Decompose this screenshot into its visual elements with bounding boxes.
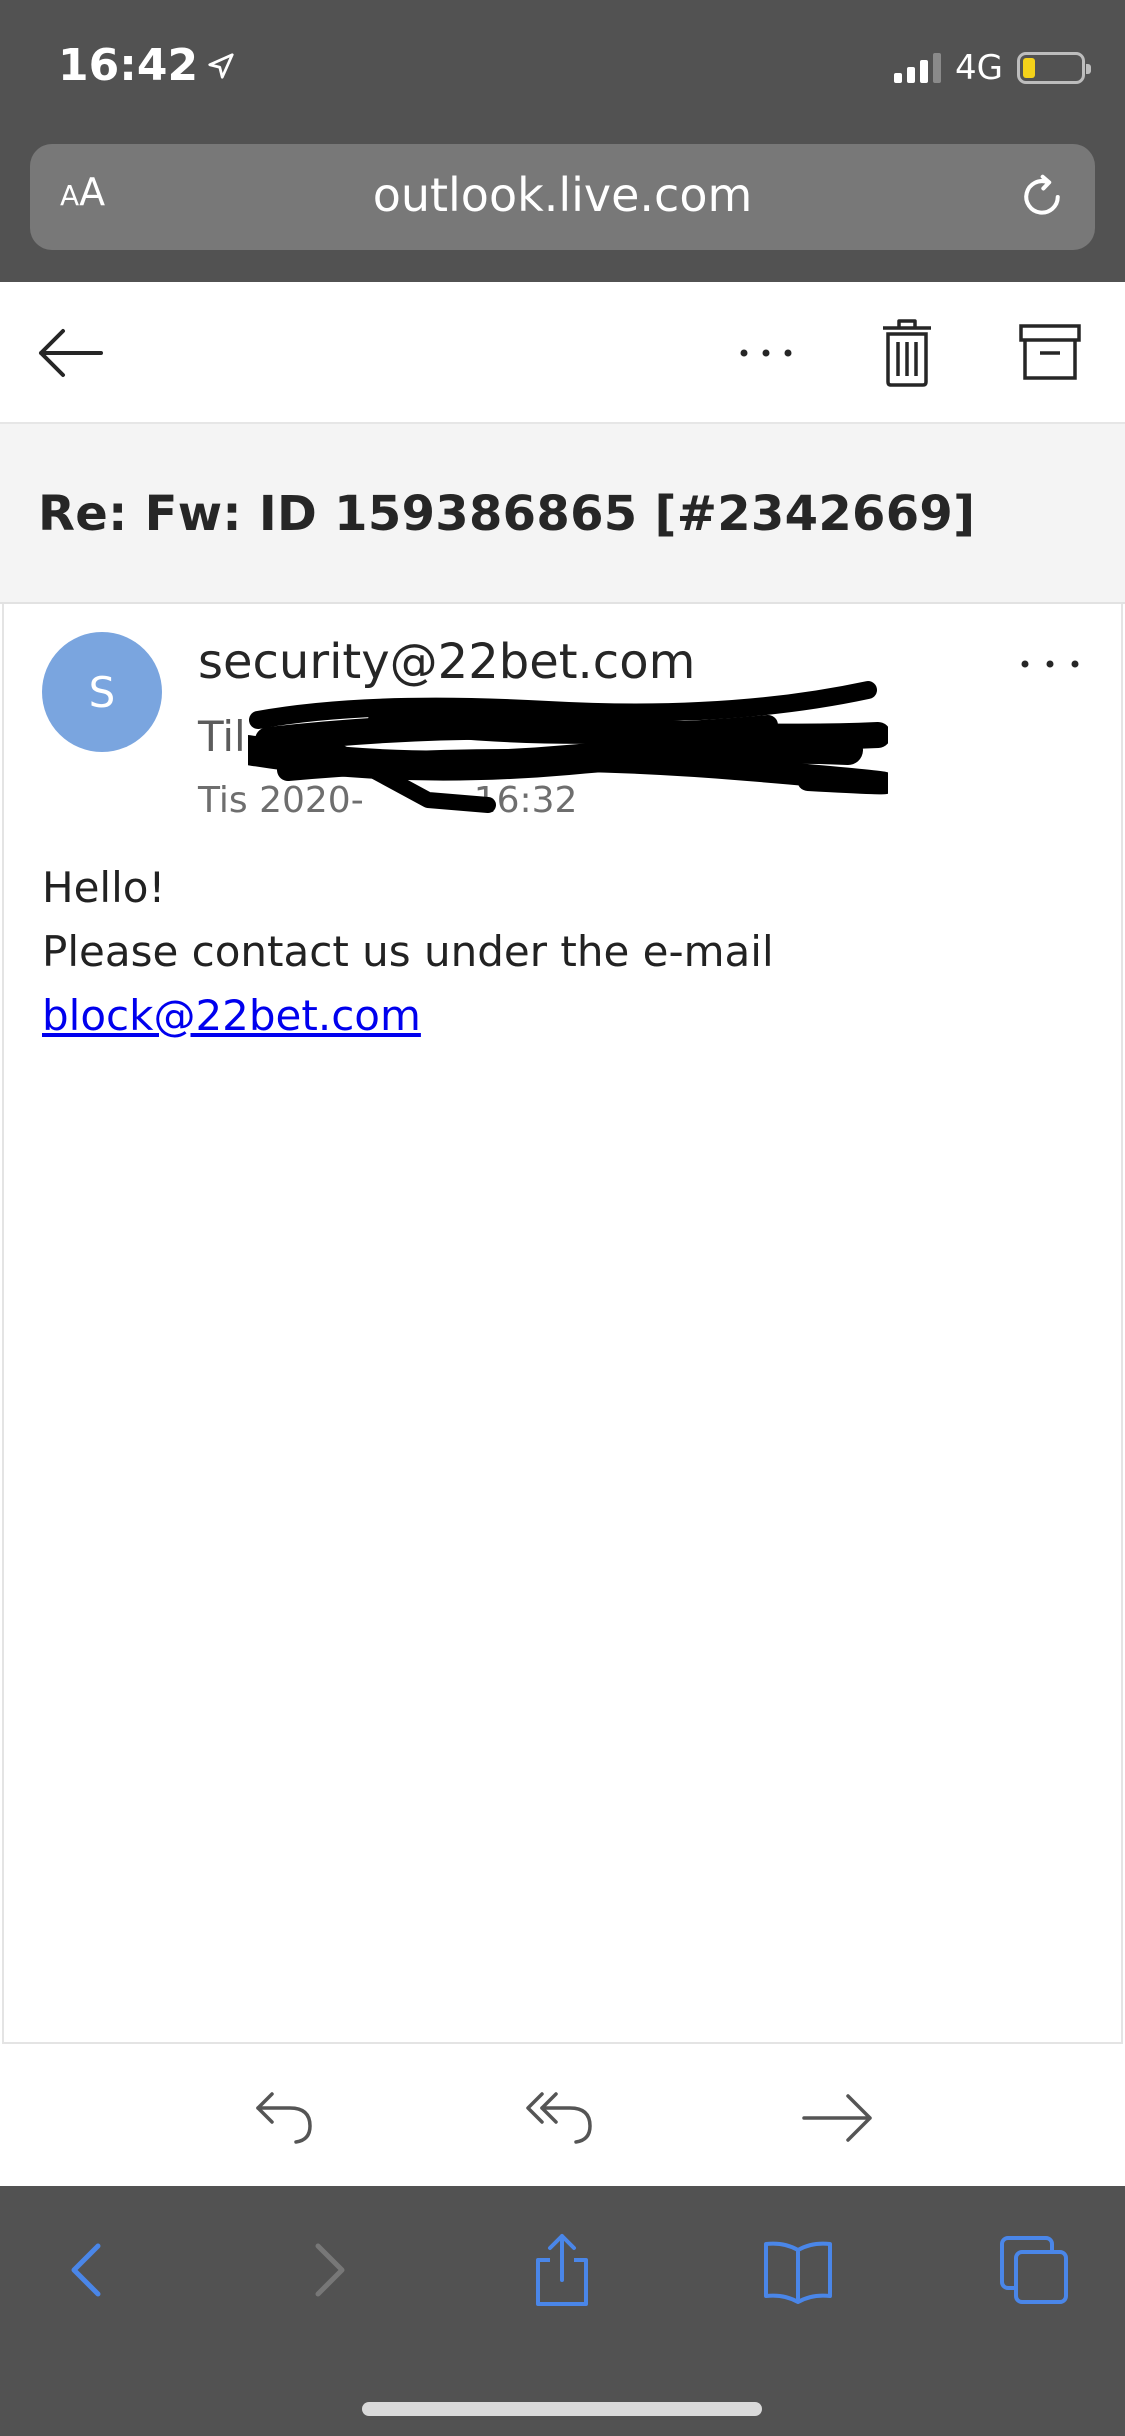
reply-actions-bar <box>0 2046 1125 2186</box>
clock-label: 16:42 <box>58 40 199 91</box>
back-arrow-icon[interactable] <box>30 318 110 388</box>
signal-icon <box>894 53 942 83</box>
url-text: outlook.live.com <box>372 168 753 222</box>
battery-icon <box>1017 52 1091 84</box>
message-card: S security@22bet.com Til .com Tis 2020- 16… <box>2 604 1123 2044</box>
forward-chevron-icon[interactable] <box>288 2230 368 2310</box>
sent-date: Tis 2020- 16:32 <box>198 780 577 821</box>
recipient-prefix: Til <box>198 712 246 761</box>
email-link[interactable]: block@22bet.com <box>42 984 774 1048</box>
body-greeting: Hello! <box>42 863 166 912</box>
status-indicators: 4G <box>894 48 1091 88</box>
safari-bottom-toolbar <box>0 2186 1125 2436</box>
address-bar[interactable]: AA outlook.live.com <box>30 144 1095 250</box>
body-text-line: Please contact us under the e-mail <box>42 927 774 976</box>
share-icon[interactable] <box>522 2230 602 2310</box>
mail-toolbar <box>0 282 1125 424</box>
date-suffix: 16:32 <box>473 780 578 821</box>
email-subject: Re: Fw: ID 159386865 [#2342669] <box>38 486 976 542</box>
avatar[interactable]: S <box>42 632 162 752</box>
location-arrow-icon <box>208 52 234 79</box>
safari-top-bar: 16:42 4G AA outlook.live.com <box>0 0 1125 282</box>
date-prefix: Tis 2020- <box>198 780 364 821</box>
tabs-icon[interactable] <box>994 2230 1074 2310</box>
back-chevron-icon[interactable] <box>48 2230 128 2310</box>
more-icon[interactable] <box>726 318 806 388</box>
reply-icon[interactable] <box>248 2082 328 2152</box>
recipient-line: Til .com <box>198 712 819 761</box>
subject-header: Re: Fw: ID 159386865 [#2342669] <box>0 424 1125 604</box>
archive-icon[interactable] <box>1012 316 1088 388</box>
trash-icon[interactable] <box>872 312 942 392</box>
bookmarks-icon[interactable] <box>758 2230 838 2310</box>
reload-icon[interactable] <box>1015 170 1069 224</box>
message-more-icon[interactable] <box>1015 644 1085 684</box>
reply-all-icon[interactable] <box>524 2082 604 2152</box>
network-label: 4G <box>955 48 1003 88</box>
sender-address[interactable]: security@22bet.com <box>198 634 695 690</box>
status-time: 16:42 <box>58 40 236 91</box>
forward-icon[interactable] <box>798 2082 878 2152</box>
recipient-suffix: .com <box>715 712 819 761</box>
home-indicator[interactable] <box>362 2402 762 2416</box>
email-body: Hello! Please contact us under the e-mai… <box>42 856 774 1048</box>
